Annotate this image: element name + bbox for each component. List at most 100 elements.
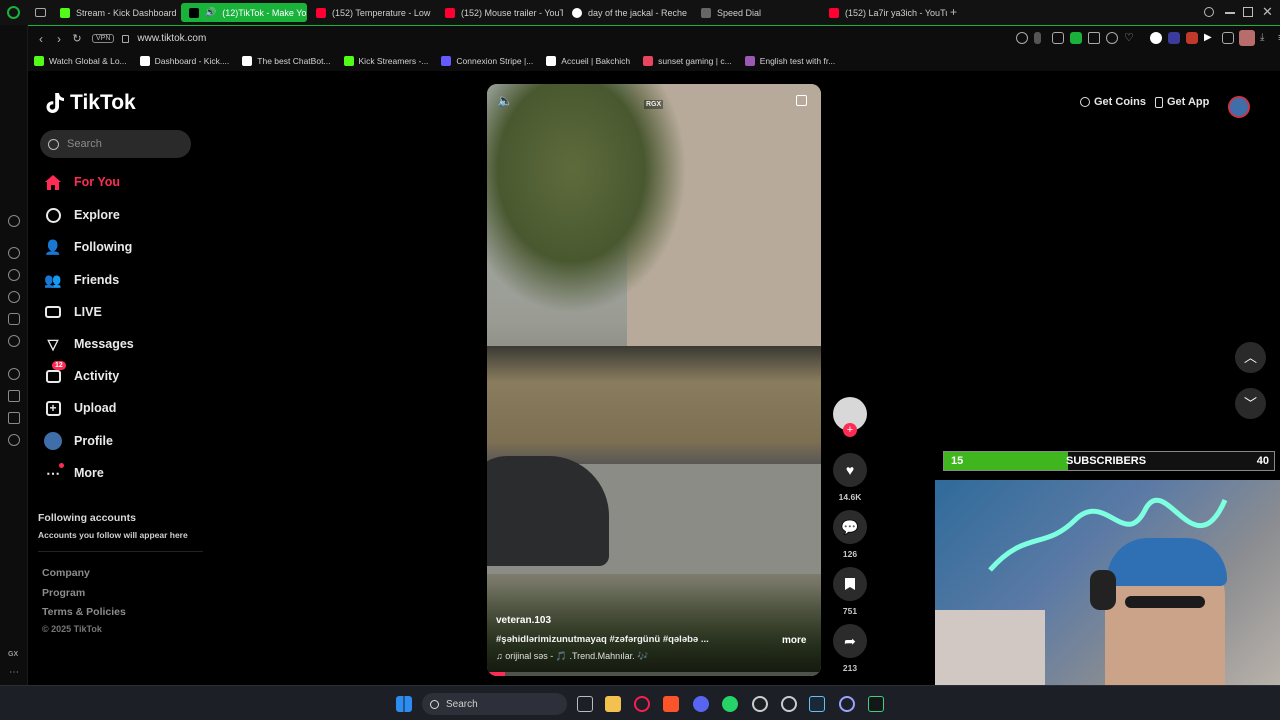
bookmark-chatbot[interactable]: The best ChatBot...: [242, 56, 331, 66]
shield-icon[interactable]: [1070, 32, 1082, 44]
obs-icon[interactable]: [781, 696, 797, 712]
bookmark-kick-watch[interactable]: Watch Global & Lo...: [34, 56, 127, 66]
extension-green-icon[interactable]: [1150, 32, 1162, 44]
pin-icon[interactable]: [1034, 32, 1041, 44]
nav-messages[interactable]: ▽ Messages: [44, 335, 134, 353]
puzzle-icon[interactable]: [1222, 32, 1234, 44]
bookmark-english-test[interactable]: English test with fr...: [744, 56, 835, 66]
nav-upload[interactable]: + Upload: [44, 399, 116, 417]
video-player[interactable]: 🔈 RGX veteran.103 #şəhidlərimizunutmayaq…: [487, 84, 821, 676]
nav-activity[interactable]: 12 Activity: [44, 361, 119, 385]
opera-gx-icon[interactable]: [634, 696, 650, 712]
caption-more-button[interactable]: more: [782, 635, 806, 646]
aria-icon[interactable]: [8, 215, 20, 227]
video-caption[interactable]: #şəhidlərimizunutmayaq #zəfərgünü #qələb…: [496, 634, 756, 645]
close-window-button[interactable]: ✕: [1262, 4, 1273, 20]
instagram-icon[interactable]: [8, 313, 20, 325]
discord-icon[interactable]: [693, 696, 709, 712]
task-view-icon[interactable]: [577, 696, 593, 712]
share-icon[interactable]: [1106, 32, 1118, 44]
comment-button[interactable]: 💬 126: [832, 510, 868, 559]
tab-youtube-temperature[interactable]: (152) Temperature - Low: [308, 3, 436, 22]
steam-icon[interactable]: [809, 696, 825, 712]
follow-plus-icon[interactable]: +: [843, 423, 857, 437]
history-icon[interactable]: [8, 368, 20, 380]
mute-toggle-icon[interactable]: 🔈: [497, 93, 513, 109]
search-tabs-icon[interactable]: [1204, 7, 1214, 17]
settings-icon[interactable]: [752, 696, 768, 712]
extension-badge-icon[interactable]: [1168, 32, 1180, 44]
footer-terms[interactable]: Terms & Policies: [42, 606, 126, 618]
windows-start-icon[interactable]: [396, 696, 412, 712]
chatgpt-icon[interactable]: [8, 247, 20, 259]
nav-for-you[interactable]: For You: [44, 173, 120, 191]
more-icon[interactable]: ⋯: [9, 667, 19, 678]
creator-avatar[interactable]: +: [832, 397, 868, 437]
get-coins-button[interactable]: Get Coins: [1080, 96, 1146, 108]
taskbar-search[interactable]: Search: [422, 693, 567, 715]
nav-explore[interactable]: Explore: [44, 206, 120, 224]
tiktok-logo[interactable]: TikTok: [45, 91, 136, 115]
nav-friends[interactable]: 👥 Friends: [44, 271, 119, 289]
heart-icon[interactable]: ♡: [1124, 32, 1136, 44]
vpn-badge[interactable]: VPN: [92, 34, 115, 43]
footer-company[interactable]: Company: [42, 567, 90, 579]
bookmark-sunset-gaming[interactable]: sunset gaming | c...: [643, 56, 732, 66]
back-button[interactable]: ‹: [32, 32, 50, 46]
video-sound[interactable]: ♫ orijinal səs - 🎵 .Trend.Mahnılar. 🎶: [496, 651, 726, 662]
nav-profile[interactable]: Profile: [44, 432, 113, 450]
video-progress-bar[interactable]: [487, 672, 821, 676]
nav-more[interactable]: ⋯ More: [44, 463, 104, 482]
extension-red-icon[interactable]: [1186, 32, 1198, 44]
user-avatar[interactable]: [1228, 96, 1250, 118]
bookmark-kick-streamers[interactable]: Kick Streamers -...: [343, 56, 428, 66]
brave-icon[interactable]: [663, 696, 679, 712]
play-icon[interactable]: ▶: [1204, 32, 1216, 44]
tab-speed-dial[interactable]: Speed Dial: [693, 3, 819, 22]
save-button[interactable]: 751: [832, 567, 868, 616]
tab-groups-icon[interactable]: [35, 8, 46, 17]
share-button[interactable]: ➦ 213: [832, 624, 868, 673]
tab-youtube-mouse-trailer[interactable]: (152) Mouse trailer - YouT: [437, 3, 563, 22]
tab-google-search[interactable]: day of the jackal - Reche: [564, 3, 690, 22]
tab-tiktok[interactable]: 🔊 (12)TikTok - Make Yo: [181, 3, 307, 22]
snapshot-icon[interactable]: [1052, 32, 1064, 44]
nav-following[interactable]: 👤 Following: [44, 238, 132, 256]
gx-label[interactable]: GX: [8, 651, 18, 658]
tab-kick-dashboard[interactable]: Stream - Kick Dashboard: [52, 3, 180, 22]
pin-icon[interactable]: [8, 390, 20, 402]
video-author[interactable]: veteran.103: [496, 615, 551, 626]
like-button[interactable]: ♥ 14.6K: [832, 453, 868, 502]
next-video-button[interactable]: ﹀: [1235, 388, 1266, 419]
bookmark-stripe[interactable]: Connexion Stripe |...: [441, 56, 533, 66]
nav-live[interactable]: LIVE: [44, 303, 102, 321]
tiktok-icon[interactable]: [8, 335, 20, 347]
whatsapp-icon[interactable]: [8, 291, 20, 303]
maximize-button[interactable]: [1243, 7, 1253, 17]
minimize-button[interactable]: [1225, 12, 1235, 14]
app-icon[interactable]: [839, 696, 855, 712]
zoom-icon[interactable]: [1016, 32, 1028, 44]
opera-logo-icon[interactable]: [7, 6, 20, 19]
bookmark-kick-dashboard[interactable]: Dashboard - Kick....: [139, 56, 229, 66]
extensions-icon[interactable]: [8, 412, 20, 424]
download-icon[interactable]: ⤓: [1260, 32, 1272, 44]
new-tab-button[interactable]: +: [950, 5, 957, 19]
settings-icon[interactable]: [8, 434, 20, 446]
terminal-icon[interactable]: [868, 696, 884, 712]
get-app-button[interactable]: Get App: [1155, 96, 1209, 108]
forward-button[interactable]: ›: [50, 32, 68, 46]
whatsapp-icon[interactable]: [722, 696, 738, 712]
fullscreen-icon[interactable]: [796, 95, 807, 106]
file-explorer-icon[interactable]: [605, 696, 621, 712]
bookmark-bakchich[interactable]: Accueil | Bakchich: [546, 56, 630, 66]
url-field[interactable]: www.tiktok.com: [137, 33, 206, 44]
tab-youtube-la7ir[interactable]: (152) La7ir ya3ich - YouTu: [821, 3, 947, 22]
send-icon[interactable]: [1088, 32, 1100, 44]
profile-avatar-icon[interactable]: [1239, 30, 1255, 46]
search-input[interactable]: Search: [40, 130, 191, 158]
footer-program[interactable]: Program: [42, 587, 85, 599]
previous-video-button[interactable]: ︿: [1235, 342, 1266, 373]
reload-button[interactable]: ↻: [68, 32, 86, 45]
messenger-icon[interactable]: [8, 269, 20, 281]
